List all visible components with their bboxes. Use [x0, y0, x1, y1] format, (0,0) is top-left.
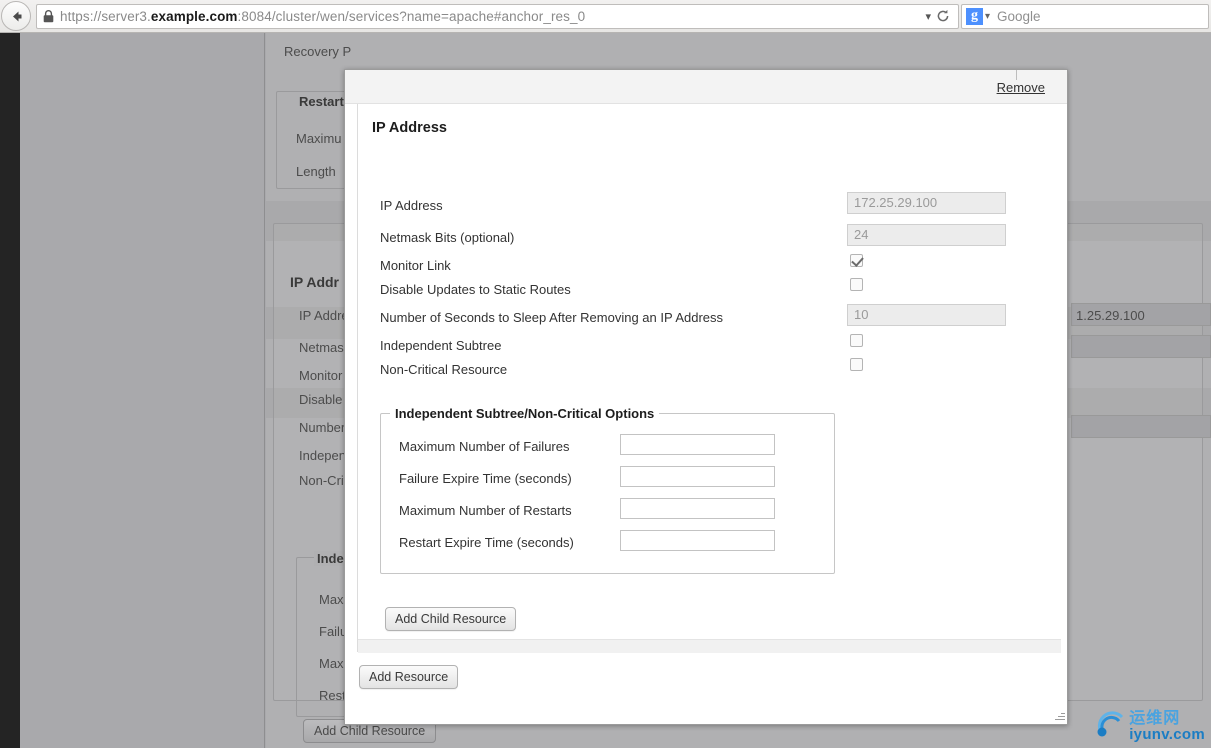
bg-ip-field-2: Monitor	[299, 368, 343, 383]
bg-restart-legend: Restart	[296, 94, 347, 109]
bg-ip-section-title: IP Addr	[290, 274, 340, 290]
ip-address-input[interactable]: 172.25.29.100	[847, 192, 1006, 214]
bg-sleep-input[interactable]	[1071, 415, 1211, 438]
monitor-link-checkbox[interactable]	[850, 254, 863, 267]
window-left-gutter	[0, 33, 20, 748]
resize-grip-icon[interactable]	[1053, 710, 1065, 722]
bg-ip-field-0: IP Addre	[299, 308, 349, 323]
remove-link[interactable]: Remove	[997, 80, 1045, 95]
subtree-row-max-restarts: Maximum Number of Restarts	[381, 497, 834, 529]
form-row-ip-address: IP Address 172.25.29.100	[345, 192, 1067, 226]
bg-netmask-input[interactable]	[1071, 335, 1211, 358]
disable-static-routes-label: Disable Updates to Static Routes	[380, 282, 571, 297]
independent-subtree-checkbox[interactable]	[850, 334, 863, 347]
address-bar[interactable]: https://server3.example.com:8084/cluster…	[36, 3, 959, 29]
add-child-resource-button[interactable]: Add Child Resource	[385, 607, 517, 631]
bg-recovery-label: Recovery P	[284, 44, 352, 59]
dialog-section-separator	[358, 639, 1061, 653]
failure-expire-label: Failure Expire Time (seconds)	[399, 471, 572, 486]
subtree-row-failure-expire: Failure Expire Time (seconds)	[381, 465, 834, 497]
bg-subtree-field-0: Maxi	[319, 592, 347, 607]
restart-expire-label: Restart Expire Time (seconds)	[399, 535, 574, 550]
subtree-row-max-failures: Maximum Number of Failures	[381, 433, 834, 465]
back-arrow-icon	[12, 11, 21, 21]
bg-restart-field-0: Maximu	[296, 131, 342, 146]
bg-ip-field-6: Non-Crit	[299, 473, 348, 488]
bg-restart-field-1: Length	[296, 164, 336, 179]
url-domain: example.com	[150, 8, 238, 24]
bg-subtree-field-2: Maxi	[319, 656, 347, 671]
bg-ip-field-1: Netmask	[299, 340, 351, 355]
bg-ip-field-4: Number	[299, 420, 346, 435]
lock-icon	[43, 9, 54, 23]
max-failures-label: Maximum Number of Failures	[399, 439, 570, 454]
max-restarts-label: Maximum Number of Restarts	[399, 503, 572, 518]
subtree-row-restart-expire: Restart Expire Time (seconds)	[381, 529, 834, 561]
url-suffix: :8084/cluster/wen/services?name=apache#a…	[237, 8, 586, 24]
url-prefix: https://server3.	[60, 8, 151, 24]
resource-dialog: Remove IP Address IP Address 172.25.29.1…	[344, 69, 1068, 725]
independent-subtree-options-legend: Independent Subtree/Non-Critical Options	[395, 406, 655, 421]
submit-button[interactable]: Submit	[357, 724, 434, 725]
ip-address-section-title: IP Address	[372, 120, 447, 136]
ip-address-label: IP Address	[380, 198, 443, 213]
chevron-down-icon[interactable]: ▾	[985, 11, 990, 22]
reload-icon[interactable]	[936, 9, 950, 23]
bg-ip-value-input[interactable]: 1.25.29.100	[1071, 303, 1211, 326]
monitor-link-label: Monitor Link	[380, 258, 451, 273]
netmask-bits-label: Netmask Bits (optional)	[380, 230, 515, 245]
cancel-button[interactable]: Cancel	[441, 724, 513, 725]
search-input[interactable]: Google	[997, 9, 1041, 24]
bg-ip-value: 1.25.29.100	[1076, 308, 1145, 323]
sleep-seconds-input[interactable]: 10	[847, 304, 1006, 326]
independent-subtree-label: Independent Subtree	[380, 338, 502, 353]
bg-subtree-field-3: Rest	[319, 688, 346, 703]
header-tick-mark	[1016, 70, 1017, 80]
browser-toolbar: https://server3.example.com:8084/cluster…	[0, 0, 1211, 33]
disable-static-routes-checkbox[interactable]	[850, 278, 863, 291]
max-restarts-input[interactable]	[620, 498, 775, 519]
page-viewport: Recovery P Restart Maximu Length IP Addr…	[0, 33, 1211, 748]
add-resource-button[interactable]: Add Resource	[359, 665, 459, 689]
form-row-non-critical-resource: Non-Critical Resource	[345, 358, 1067, 390]
independent-subtree-options-fieldset: Independent Subtree/Non-Critical Options…	[380, 406, 835, 574]
netmask-bits-input[interactable]: 24	[847, 224, 1006, 246]
page-sidebar	[20, 33, 265, 748]
chevron-down-icon[interactable]: ▾	[925, 10, 931, 23]
max-failures-input[interactable]	[620, 434, 775, 455]
non-critical-resource-checkbox[interactable]	[850, 358, 863, 371]
sleep-seconds-label: Number of Seconds to Sleep After Removin…	[380, 310, 724, 325]
bg-ip-field-3: Disable	[299, 392, 343, 407]
dialog-body: IP Address IP Address 172.25.29.100 Netm…	[345, 104, 1067, 725]
address-bar-url: https://server3.example.com:8084/cluster…	[60, 9, 921, 24]
back-button[interactable]	[1, 1, 31, 31]
restart-expire-input[interactable]	[620, 530, 775, 551]
form-row-sleep-seconds: Number of Seconds to Sleep After Removin…	[345, 304, 1067, 338]
non-critical-resource-label: Non-Critical Resource	[380, 362, 508, 377]
failure-expire-input[interactable]	[620, 466, 775, 487]
form-row-netmask-bits: Netmask Bits (optional) 24	[345, 224, 1067, 258]
google-logo-icon: g	[966, 7, 983, 25]
dialog-header: Remove	[345, 70, 1067, 104]
search-bar[interactable]: g ▾ Google	[961, 3, 1209, 29]
bg-subtree-field-1: Failu	[319, 624, 348, 639]
